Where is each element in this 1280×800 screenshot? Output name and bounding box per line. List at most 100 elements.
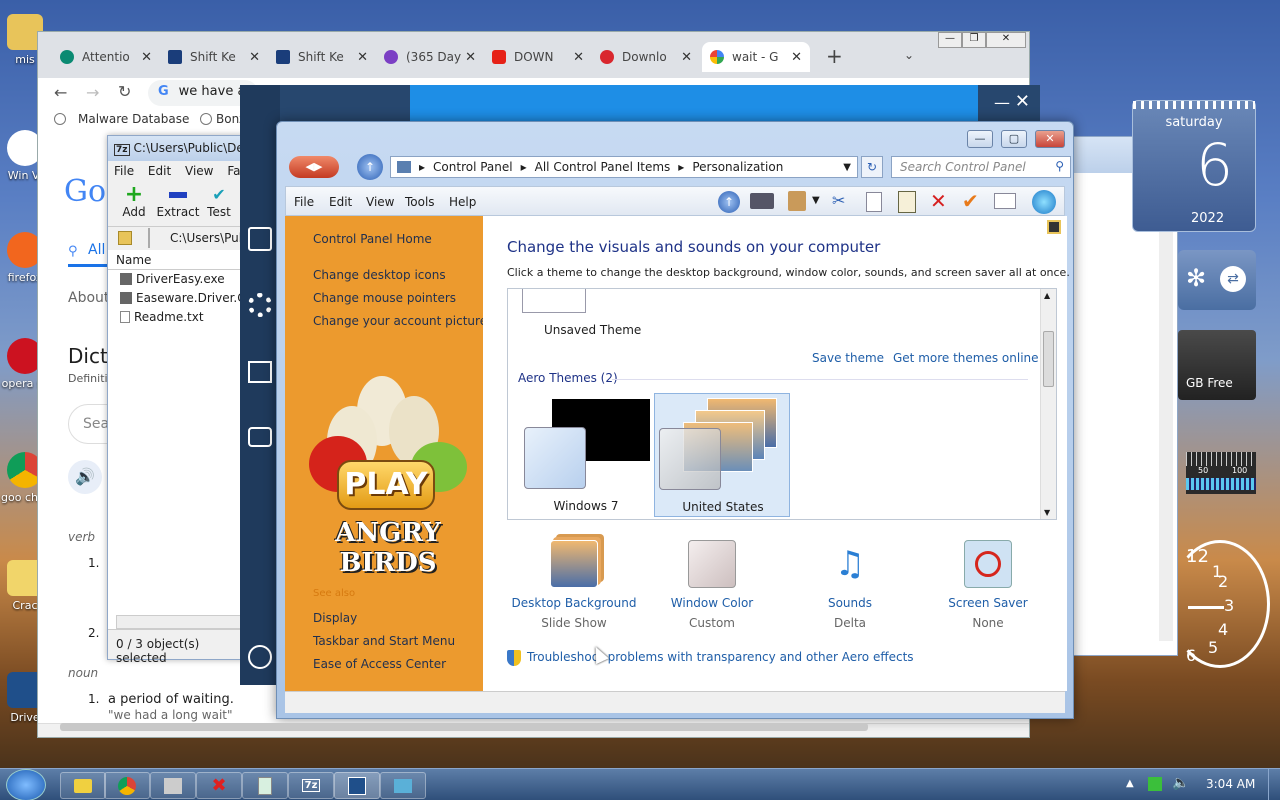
window-color-option[interactable]: Window Color Custom (647, 540, 777, 630)
close-tab-icon[interactable]: ✕ (573, 50, 584, 65)
back-forward-buttons[interactable]: ◀▶ (289, 156, 339, 178)
scroll-down-icon[interactable]: ▼ (1044, 508, 1050, 517)
tab-all[interactable]: All (88, 242, 105, 258)
chrome-tab[interactable]: DOWN ✕ (484, 42, 592, 72)
taskbar-app[interactable] (242, 772, 288, 799)
speaker-icon[interactable]: 🔊 (68, 460, 102, 494)
weather-gadget[interactable]: ✻ ⇄ (1178, 250, 1256, 310)
globe-icon[interactable] (1032, 190, 1056, 214)
folder-up-icon[interactable] (118, 231, 132, 245)
toolbox-icon[interactable] (248, 427, 272, 447)
paste-icon[interactable] (898, 191, 916, 213)
scroll-up-icon[interactable]: ▲ (1044, 291, 1050, 300)
checkmark-icon[interactable]: ✔ (962, 189, 979, 213)
play-button[interactable]: PLAY (337, 460, 435, 510)
taskbar-7zip[interactable]: 7z (288, 772, 334, 799)
breadcrumb-item[interactable]: Control Panel (433, 160, 513, 174)
google-logo[interactable]: Go (64, 174, 106, 209)
sounds-option[interactable]: ♫ Sounds Delta (785, 540, 915, 630)
show-desktop-button[interactable] (1268, 769, 1280, 800)
theme-windows-7[interactable]: Windows 7 (516, 393, 656, 517)
menu-edit[interactable]: Edit (329, 195, 352, 209)
close-tab-icon[interactable]: ✕ (141, 50, 152, 65)
close-tab-icon[interactable]: ✕ (249, 50, 260, 65)
menu-view[interactable]: View (185, 164, 213, 178)
copy-icon[interactable] (866, 192, 882, 212)
chrome-tab-active[interactable]: wait - G ✕ (702, 42, 810, 72)
start-button[interactable] (6, 769, 46, 800)
chrome-tab[interactable]: Shift Ke ✕ (160, 42, 268, 72)
minimize-button[interactable]: — (967, 130, 993, 148)
breadcrumb-item[interactable]: All Control Panel Items (535, 160, 671, 174)
calendar-gadget[interactable]: saturday 6 2022 (1132, 100, 1256, 232)
breadcrumb-item[interactable]: Personalization (692, 160, 783, 174)
clock-time[interactable]: 3:04 AM (1206, 777, 1255, 791)
delete-icon[interactable]: ✕ (930, 189, 947, 213)
link-display[interactable]: Display (313, 611, 357, 625)
forward-icon[interactable]: → (86, 83, 99, 102)
chat-icon[interactable] (248, 645, 272, 669)
close-tab-icon[interactable]: ✕ (357, 50, 368, 65)
unsaved-theme-thumbnail[interactable] (522, 289, 586, 313)
minimize-icon[interactable]: — (994, 93, 1010, 112)
close-tab-icon[interactable]: ✕ (465, 50, 476, 65)
reload-icon[interactable]: ↻ (118, 82, 131, 101)
link-taskbar-start-menu[interactable]: Taskbar and Start Menu (313, 634, 455, 648)
bookmark-item[interactable]: Malware Database (78, 112, 189, 126)
test-button[interactable]: ✔ Test (204, 185, 234, 219)
chevron-down-icon[interactable]: ▼ (812, 195, 820, 206)
maximize-button[interactable]: ▢ (1001, 130, 1027, 148)
menu-help[interactable]: Help (449, 195, 476, 209)
tools-icon[interactable] (248, 361, 272, 383)
monitor-icon[interactable] (750, 193, 774, 209)
close-tab-icon[interactable]: ✕ (791, 50, 802, 65)
column-header-name[interactable]: Name (108, 250, 246, 270)
help-icon[interactable] (1047, 220, 1061, 234)
menu-edit[interactable]: Edit (148, 164, 171, 178)
close-tab-icon[interactable]: ✕ (681, 50, 692, 65)
path-field[interactable]: C:\Users\Pub (170, 231, 246, 245)
close-button[interactable]: ✕ (1035, 130, 1065, 148)
search-input[interactable]: Search Control Panel ⚲ (891, 156, 1071, 178)
close-button[interactable]: ✕ (986, 32, 1026, 48)
menu-tools[interactable]: Tools (405, 195, 435, 209)
menu-view[interactable]: View (366, 195, 394, 209)
menu-file[interactable]: File (114, 164, 134, 178)
minimize-button[interactable]: — (938, 32, 962, 48)
chrome-tab[interactable]: Attentio ✕ (52, 42, 160, 72)
swap-icon[interactable]: ⇄ (1220, 266, 1246, 292)
chevron-down-icon[interactable]: ▼ (843, 162, 851, 173)
get-more-themes-link[interactable]: Get more themes online (893, 351, 1039, 365)
close-icon[interactable]: ✕ (1015, 91, 1030, 112)
back-icon[interactable]: ← (54, 83, 67, 102)
extract-button[interactable]: Extract (156, 185, 200, 219)
disk-gadget[interactable]: GB Free (1178, 330, 1256, 400)
up-arrow-icon[interactable]: ↑ (718, 191, 740, 213)
network-icon[interactable] (1148, 777, 1162, 791)
link-change-desktop-icons[interactable]: Change desktop icons (313, 268, 446, 282)
scissors-icon[interactable]: ✂ (832, 191, 845, 210)
chrome-tab[interactable]: Shift Ke ✕ (268, 42, 376, 72)
screen-saver-option[interactable]: Screen Saver None (923, 540, 1053, 630)
taskbar-chrome[interactable] (104, 772, 150, 799)
list-item[interactable]: Readme.txt (108, 308, 246, 327)
package-icon[interactable] (788, 191, 806, 211)
new-tab-button[interactable]: + (826, 44, 843, 68)
search-icon[interactable]: ⚲ (1055, 159, 1064, 173)
troubleshoot-link[interactable]: Troubleshoot problems with transparency … (527, 650, 914, 664)
link-change-account-picture[interactable]: Change your account picture (313, 314, 487, 328)
taskbar-explorer[interactable] (60, 772, 106, 799)
tab-search-icon[interactable]: ⌄ (904, 48, 914, 62)
save-theme-link[interactable]: Save theme (812, 351, 884, 365)
taskbar-app[interactable]: ✖ (196, 772, 242, 799)
chrome-horizontal-scrollbar-thumb[interactable] (60, 723, 868, 731)
gear-icon[interactable] (248, 293, 272, 317)
window-icon[interactable] (994, 193, 1016, 209)
restore-button[interactable]: ❐ (962, 32, 986, 48)
up-icon[interactable]: ↑ (357, 154, 383, 180)
desktop-background-option[interactable]: Desktop Background Slide Show (509, 540, 639, 630)
link-ease-of-access[interactable]: Ease of Access Center (313, 657, 446, 671)
list-item[interactable]: Easeware.Driver.Co (108, 289, 246, 308)
vertical-scrollbar[interactable]: ▲ ▼ (1040, 289, 1056, 519)
show-hidden-icons[interactable]: ▲ (1126, 778, 1134, 789)
